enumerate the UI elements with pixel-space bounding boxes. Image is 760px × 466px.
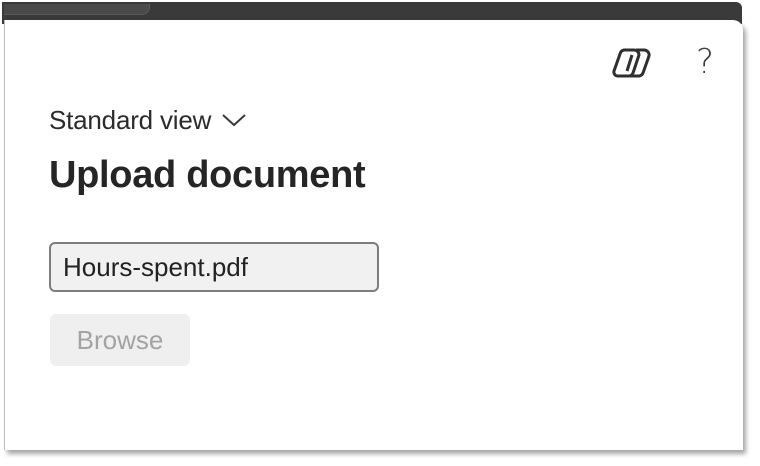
help-icon: ? [695,42,715,82]
page-title: Upload document [49,154,366,196]
chevron-down-icon [222,114,246,127]
app-frame: ? Standard view Upload document Browse [0,0,760,466]
browse-button[interactable]: Browse [50,314,190,366]
view-switcher[interactable]: Standard view [49,104,247,136]
help-button[interactable]: ? [684,40,726,84]
upload-dialog [4,20,743,450]
copilot-button[interactable] [607,42,657,84]
file-name-field[interactable] [49,242,379,292]
view-switcher-label: Standard view [49,104,212,135]
copilot-icon [612,48,651,78]
title-bar-tab [4,4,150,15]
